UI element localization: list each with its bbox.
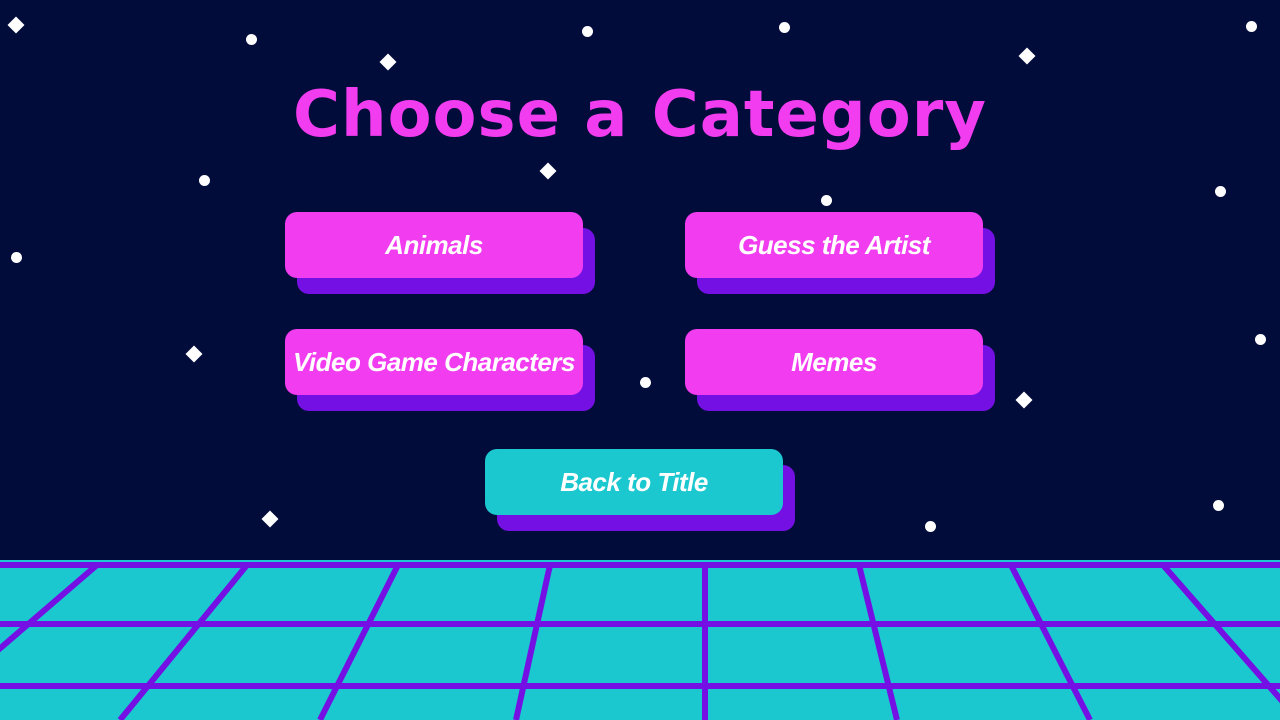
star-icon bbox=[11, 252, 22, 263]
star-diamond-icon bbox=[185, 345, 203, 363]
star-icon bbox=[925, 521, 936, 532]
category-animals-button[interactable]: Animals bbox=[285, 212, 583, 278]
category-guess-the-artist-button[interactable]: Guess the Artist bbox=[685, 212, 983, 278]
star-icon bbox=[1215, 186, 1226, 197]
star-icon bbox=[1255, 334, 1266, 345]
game-screen: Choose a Category Animals Guess the Arti… bbox=[0, 0, 1280, 720]
category-guess-the-artist-container: Guess the Artist bbox=[685, 212, 995, 294]
category-memes-container: Memes bbox=[685, 329, 995, 411]
star-icon bbox=[640, 377, 651, 388]
retro-grid-floor bbox=[0, 560, 1280, 720]
star-icon bbox=[582, 26, 593, 37]
back-to-title-container: Back to Title bbox=[485, 449, 795, 531]
star-icon bbox=[821, 195, 832, 206]
page-title: Choose a Category bbox=[293, 78, 987, 152]
star-diamond-icon bbox=[1015, 391, 1033, 409]
star-icon bbox=[1246, 21, 1257, 32]
star-diamond-icon bbox=[379, 53, 397, 71]
category-animals-container: Animals bbox=[285, 212, 595, 294]
star-icon bbox=[1213, 500, 1224, 511]
star-diamond-icon bbox=[539, 162, 557, 180]
star-diamond-icon bbox=[261, 510, 279, 528]
star-diamond-icon bbox=[1018, 47, 1036, 65]
star-icon bbox=[779, 22, 790, 33]
category-video-game-characters-button[interactable]: Video Game Characters bbox=[285, 329, 583, 395]
star-icon bbox=[199, 175, 210, 186]
category-memes-button[interactable]: Memes bbox=[685, 329, 983, 395]
star-icon bbox=[246, 34, 257, 45]
back-to-title-button[interactable]: Back to Title bbox=[485, 449, 783, 515]
star-diamond-icon bbox=[7, 16, 25, 34]
category-video-game-characters-container: Video Game Characters bbox=[285, 329, 595, 411]
